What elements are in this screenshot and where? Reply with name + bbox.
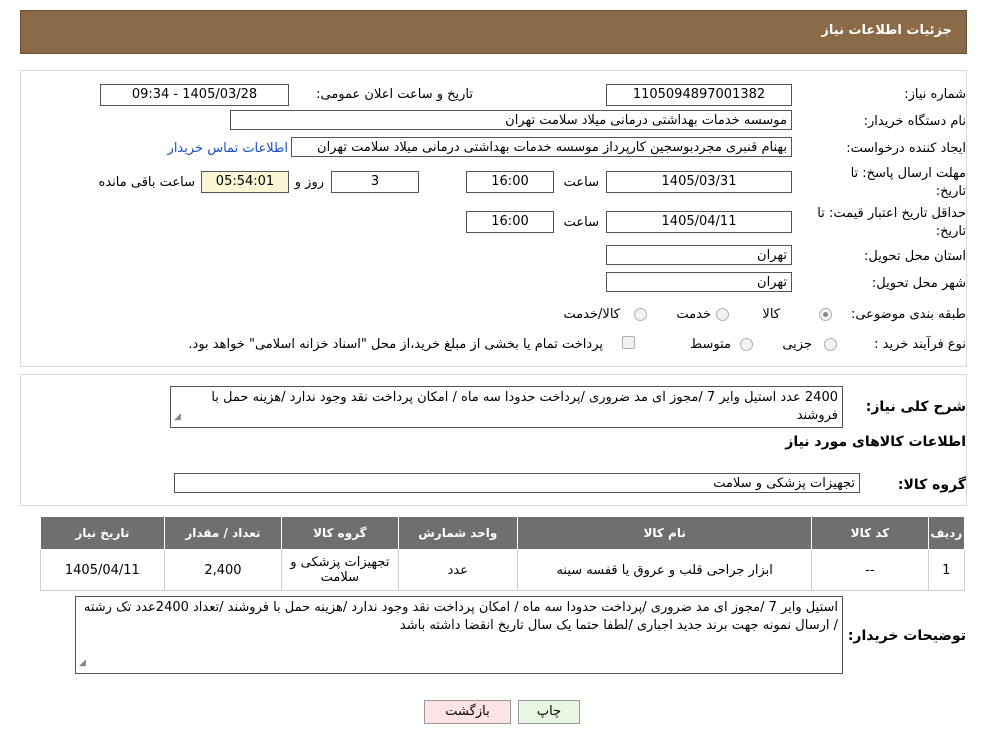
deadline-label: مهلت ارسال پاسخ: تا [850, 166, 966, 181]
process-medium-label: متوسط [690, 337, 731, 352]
creator-label: ایجاد کننده درخواست: [846, 141, 966, 156]
category-goods-radio[interactable] [819, 308, 832, 321]
creator-field: بهنام قنبری مجردبوسجین کارپرداز موسسه خد… [291, 137, 792, 157]
header-unit: واحد شمارش [397, 516, 519, 550]
cell-row-number: 1 [927, 549, 966, 591]
goods-table: ردیف کد کالا نام کالا واحد شمارش گروه کا… [40, 516, 966, 591]
goods-group-label: گروه کالا: [897, 477, 966, 493]
deadline-time-field: 16:00 [466, 171, 554, 193]
category-both-label: کالا/خدمت [563, 307, 620, 322]
header-item-code: کد کالا [811, 516, 929, 550]
category-service-radio[interactable] [716, 308, 729, 321]
header-item-name: نام کالا [517, 516, 813, 550]
validity-label-2: تاریخ: [935, 224, 966, 239]
resize-handle-icon[interactable]: ◢ [174, 408, 181, 426]
goods-group-field: تجهیزات پزشکی و سلامت [174, 473, 860, 493]
category-label: طبقه بندی موضوعی: [850, 307, 966, 322]
back-button[interactable]: بازگشت [424, 700, 511, 724]
page-header: جزئیات اطلاعات نیاز [20, 10, 967, 54]
validity-label: حداقل تاریخ اعتبار قیمت: تا [817, 206, 966, 221]
deadline-time-label: ساعت [563, 175, 599, 190]
days-label: روز و [294, 175, 324, 190]
remaining-time-label: ساعت باقی مانده [98, 175, 195, 190]
process-minor-radio[interactable] [824, 338, 837, 351]
province-field: تهران [606, 245, 792, 265]
summary-textarea[interactable]: 2400 عدد استیل وایر 7 /مجوز ای مد ضروری … [170, 386, 843, 428]
cell-item-code: -- [811, 549, 929, 591]
summary-text: 2400 عدد استیل وایر 7 /مجوز ای مد ضروری … [211, 390, 838, 423]
category-both-radio[interactable] [634, 308, 647, 321]
cell-quantity: 2,400 [163, 549, 283, 591]
need-number-label: شماره نیاز: [904, 87, 966, 102]
buyer-contact-link[interactable]: اطلاعات تماس خریدار [168, 141, 288, 156]
city-field: تهران [606, 272, 792, 292]
deadline-label-2: تاریخ: [935, 184, 966, 199]
deadline-date-field: 1405/03/31 [606, 171, 792, 193]
category-goods-label: کالا [762, 307, 780, 322]
table-row: 1 -- ابزار جراحی قلب و عروق یا قفسه سینه… [40, 549, 966, 591]
cell-need-date: 1405/04/11 [40, 549, 165, 591]
treasury-payment-checkbox[interactable] [622, 336, 635, 349]
buyer-notes-text: استیل وایر 7 /مجوز ای مد ضروری /پرداخت ح… [83, 600, 838, 633]
days-remaining-field: 3 [331, 171, 419, 193]
process-medium-radio[interactable] [740, 338, 753, 351]
print-button[interactable]: چاپ [518, 700, 580, 724]
validity-time-label: ساعت [563, 215, 599, 230]
category-service-label: خدمت [676, 307, 711, 322]
summary-label: شرح کلی نیاز: [865, 399, 966, 415]
buyer-org-label: نام دستگاه خریدار: [863, 114, 966, 129]
cell-item-group: تجهیزات پزشکی و سلامت [281, 549, 399, 591]
header-quantity: تعداد / مقدار [163, 516, 283, 550]
page-title: جزئیات اطلاعات نیاز [821, 23, 952, 38]
validity-time-field: 16:00 [466, 211, 554, 233]
province-label: استان محل تحویل: [864, 249, 966, 264]
process-label: نوع فرآیند خرید : [874, 337, 966, 352]
remaining-time-field: 05:54:01 [201, 171, 289, 193]
resize-handle-icon[interactable]: ◢ [79, 654, 86, 672]
cell-unit: عدد [397, 549, 519, 591]
header-item-group: گروه کالا [281, 516, 399, 550]
validity-date-field: 1405/04/11 [606, 211, 792, 233]
need-number-field: 1105094897001382 [606, 84, 792, 106]
announce-label: تاریخ و ساعت اعلان عمومی: [316, 87, 473, 102]
buyer-notes-textarea[interactable]: استیل وایر 7 /مجوز ای مد ضروری /پرداخت ح… [75, 596, 843, 674]
announce-datetime-field: 1405/03/28 - 09:34 [100, 84, 289, 106]
table-header-row: ردیف کد کالا نام کالا واحد شمارش گروه کا… [40, 516, 966, 550]
header-row-number: ردیف [927, 516, 966, 550]
process-minor-label: جزیی [782, 337, 812, 352]
city-label: شهر محل تحویل: [871, 276, 966, 291]
goods-info-title: اطلاعات کالاهای مورد نیاز [785, 434, 966, 450]
cell-item-name: ابزار جراحی قلب و عروق یا قفسه سینه [517, 549, 813, 591]
buyer-org-field: موسسه خدمات بهداشتی درمانی میلاد سلامت ت… [230, 110, 792, 130]
header-need-date: تاریخ نیاز [40, 516, 165, 550]
treasury-payment-note: پرداخت تمام یا بخشی از مبلغ خرید،از محل … [188, 337, 603, 352]
buyer-notes-label: توضیحات خریدار: [847, 628, 966, 644]
